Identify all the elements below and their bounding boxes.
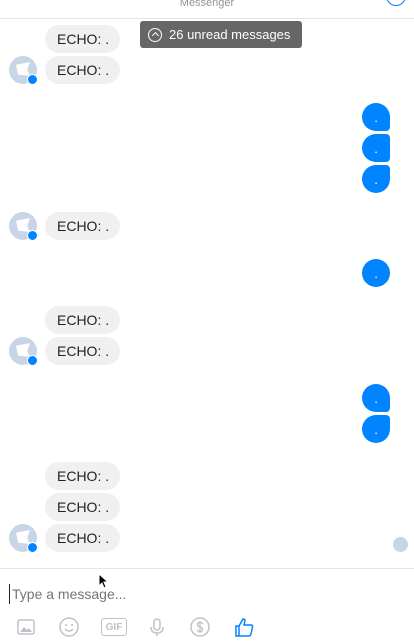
mouse-pointer-icon xyxy=(98,573,108,589)
message-incoming: ECHO: . xyxy=(45,493,120,521)
flag-icon xyxy=(16,343,30,357)
composer-toolbar: GIF xyxy=(0,612,414,640)
message-incoming: ECHO: . xyxy=(45,212,120,240)
flag-icon xyxy=(16,62,30,76)
image-icon[interactable] xyxy=(15,616,37,638)
contact-avatar[interactable] xyxy=(9,212,38,241)
header: Messenger xyxy=(0,0,414,19)
emoji-icon[interactable] xyxy=(58,616,80,638)
messenger-badge-icon xyxy=(27,355,38,366)
message-incoming: ECHO: . xyxy=(45,306,120,334)
message-incoming: ECHO: . xyxy=(45,337,120,365)
microphone-icon[interactable] xyxy=(146,616,168,638)
message-outgoing: . xyxy=(362,415,390,443)
contact-avatar[interactable] xyxy=(9,337,38,366)
header-title: Messenger xyxy=(179,0,235,9)
unread-messages-button[interactable]: 26 unread messages xyxy=(140,21,302,48)
messenger-badge-icon xyxy=(27,74,38,85)
message-outgoing: . xyxy=(362,384,390,412)
gif-icon[interactable]: GIF xyxy=(101,618,127,636)
flag-icon xyxy=(16,530,30,544)
message-outgoing: . xyxy=(362,259,390,287)
contact-avatar[interactable] xyxy=(9,524,38,553)
messenger-badge-icon xyxy=(27,542,38,553)
message-incoming: ECHO: . xyxy=(45,25,120,53)
message-outgoing: . xyxy=(362,165,390,193)
message-outgoing: . xyxy=(362,134,390,162)
contact-avatar[interactable] xyxy=(9,56,38,85)
payment-icon[interactable] xyxy=(189,616,211,638)
unread-messages-label: 26 unread messages xyxy=(169,27,291,42)
header-divider xyxy=(0,18,414,19)
messenger-badge-icon xyxy=(27,230,38,241)
arrow-up-circle-icon xyxy=(148,27,162,42)
message-incoming: ECHO: . xyxy=(45,462,120,490)
composer-divider xyxy=(0,568,414,569)
thumbs-up-icon[interactable] xyxy=(233,616,255,638)
message-incoming: ECHO: . xyxy=(45,524,120,552)
message-outgoing: . xyxy=(362,103,390,131)
seen-indicator-icon xyxy=(393,537,408,552)
flag-icon xyxy=(16,218,30,232)
message-input[interactable] xyxy=(9,584,399,604)
message-incoming: ECHO: . xyxy=(45,56,120,84)
